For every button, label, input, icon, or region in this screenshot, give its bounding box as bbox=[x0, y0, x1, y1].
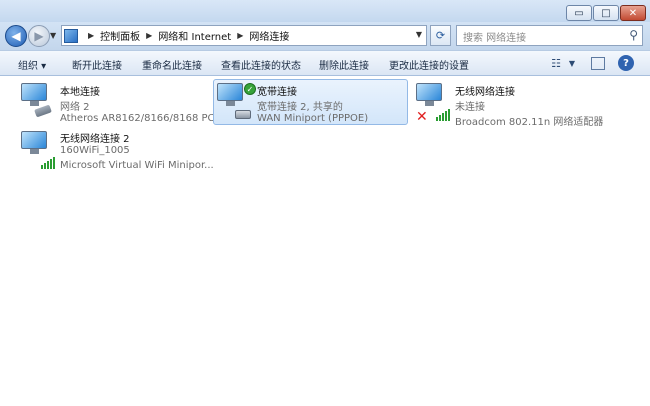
back-arrow-icon: ◀ bbox=[11, 29, 21, 43]
breadcrumb-chevron-icon[interactable]: ▶ bbox=[237, 31, 243, 40]
wired-network-icon bbox=[21, 83, 52, 118]
wireless-network-icon bbox=[21, 131, 55, 169]
close-button[interactable]: ✕ bbox=[620, 5, 646, 21]
back-button[interactable]: ◀ bbox=[5, 25, 27, 47]
disconnected-x-icon: ✕ bbox=[416, 109, 428, 125]
connected-check-icon: ✓ bbox=[244, 83, 256, 95]
search-placeholder: 搜索 网络连接 bbox=[463, 33, 527, 44]
breadcrumb-chevron-icon[interactable]: ▶ bbox=[146, 31, 152, 40]
preview-pane-icon[interactable] bbox=[591, 57, 605, 70]
control-panel-icon bbox=[64, 28, 78, 43]
connection-device: Microsoft Virtual WiFi Minipor... bbox=[60, 160, 214, 171]
search-icon[interactable]: ⚲ bbox=[629, 28, 638, 42]
refresh-button[interactable]: ⟳ bbox=[430, 25, 451, 46]
search-input[interactable]: 搜索 网络连接 ⚲ bbox=[456, 25, 643, 46]
breadcrumb-control-panel[interactable]: 控制面板 bbox=[100, 28, 140, 43]
view-options-icon[interactable]: ☷ bbox=[548, 55, 564, 71]
breadcrumb-network-internet[interactable]: 网络和 Internet bbox=[158, 28, 231, 43]
connection-item-local[interactable]: 本地连接 网络 2 Atheros AR8162/8166/8168 PC... bbox=[18, 80, 224, 126]
organize-menu[interactable]: 组织 ▾ bbox=[18, 57, 46, 72]
connection-status: 未连接 bbox=[455, 102, 485, 113]
connection-name: 宽带连接 bbox=[257, 87, 297, 98]
refresh-icon: ⟳ bbox=[435, 29, 446, 42]
connections-list: 本地连接 网络 2 Atheros AR8162/8166/8168 PC...… bbox=[0, 76, 650, 406]
command-toolbar: 组织 ▾ 断开此连接 重命名此连接 查看此连接的状态 删除此连接 更改此连接的设… bbox=[0, 50, 650, 76]
disconnect-button[interactable]: 断开此连接 bbox=[72, 57, 122, 72]
address-bar[interactable]: ▶ 控制面板 ▶ 网络和 Internet ▶ 网络连接 ▼ bbox=[61, 25, 427, 46]
help-icon[interactable]: ? bbox=[618, 55, 634, 71]
forward-button[interactable]: ▶ bbox=[28, 25, 50, 47]
recent-pages-dropdown-icon[interactable]: ▼ bbox=[50, 31, 56, 40]
connection-name: 本地连接 bbox=[60, 87, 100, 98]
delete-button[interactable]: 删除此连接 bbox=[319, 57, 369, 72]
connection-device: Atheros AR8162/8166/8168 PC... bbox=[60, 113, 225, 124]
title-bar: ▭ □ ✕ bbox=[0, 0, 650, 22]
connection-item-wireless[interactable]: ✕ 无线网络连接 未连接 Broadcom 802.11n 网络适配器 bbox=[413, 80, 643, 128]
connection-name: 无线网络连接 2 bbox=[60, 134, 130, 145]
connection-status: 160WiFi_1005 bbox=[60, 145, 130, 156]
maximize-button[interactable]: □ bbox=[593, 5, 619, 21]
connection-device: WAN Miniport (PPPOE) bbox=[257, 113, 369, 124]
network-connections-window: ▭ □ ✕ ◀ ▶ ▼ ▶ 控制面板 ▶ 网络和 Internet ▶ 网络连接… bbox=[0, 0, 650, 406]
change-settings-button[interactable]: 更改此连接的设置 bbox=[389, 57, 469, 72]
connection-item-broadband[interactable]: ✓ 宽带连接 宽带连接 2, 共享的 WAN Miniport (PPPOE) bbox=[213, 79, 408, 125]
connection-item-wireless-2[interactable]: 无线网络连接 2 160WiFi_1005 Microsoft Virtual … bbox=[18, 128, 214, 174]
view-dropdown-icon[interactable]: ▼ bbox=[566, 55, 578, 71]
address-dropdown-icon[interactable]: ▼ bbox=[416, 30, 422, 39]
connection-status: 网络 2 bbox=[60, 102, 90, 113]
breadcrumb-chevron-icon[interactable]: ▶ bbox=[88, 31, 94, 40]
view-status-button[interactable]: 查看此连接的状态 bbox=[221, 57, 301, 72]
broadband-connection-icon: ✓ bbox=[217, 83, 256, 119]
address-row: ◀ ▶ ▼ ▶ 控制面板 ▶ 网络和 Internet ▶ 网络连接 ▼ ⟳ 搜… bbox=[0, 22, 650, 50]
minimize-button[interactable]: ▭ bbox=[566, 5, 592, 21]
forward-arrow-icon: ▶ bbox=[34, 29, 44, 43]
rename-button[interactable]: 重命名此连接 bbox=[142, 57, 202, 72]
connection-name: 无线网络连接 bbox=[455, 87, 515, 98]
connection-status: 宽带连接 2, 共享的 bbox=[257, 102, 343, 113]
connection-device: Broadcom 802.11n 网络适配器 bbox=[455, 117, 604, 128]
wireless-network-icon: ✕ bbox=[416, 83, 450, 125]
breadcrumb-network-connections[interactable]: 网络连接 bbox=[249, 28, 289, 43]
